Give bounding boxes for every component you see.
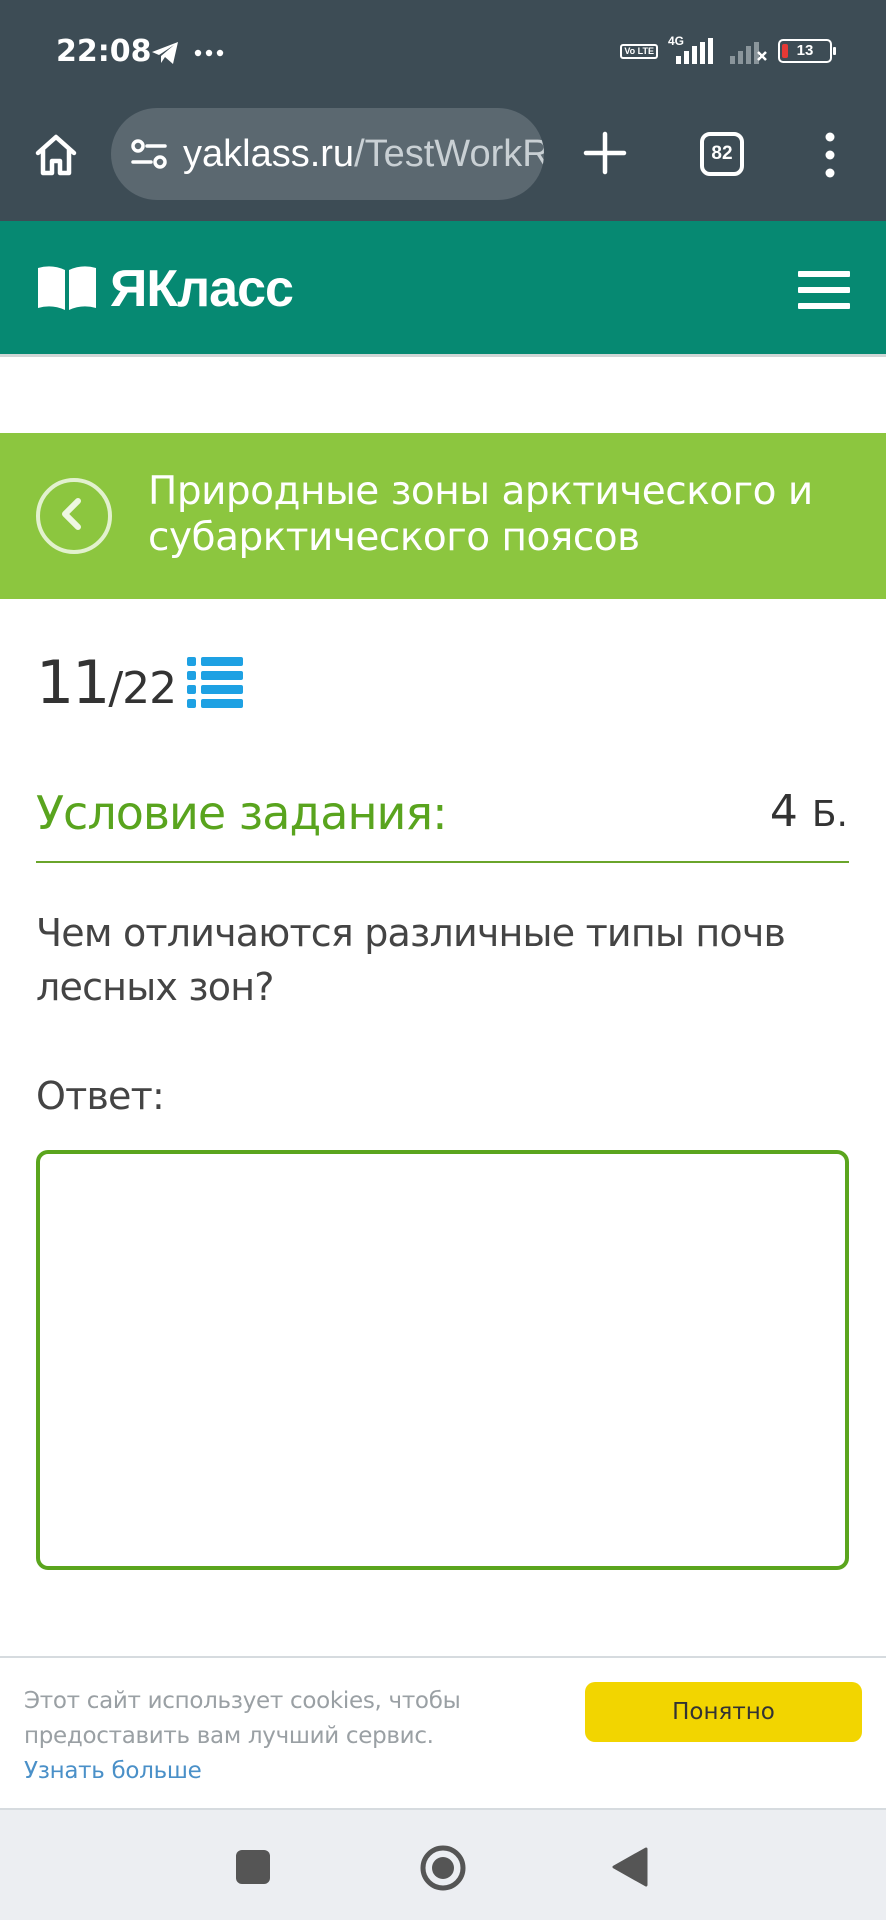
points-badge: 4 Б.	[770, 786, 848, 837]
recent-apps-icon[interactable]	[236, 1850, 270, 1884]
points-value: 4	[769, 786, 798, 837]
task-list-icon[interactable]	[187, 656, 243, 708]
site-header: ЯКласс	[0, 221, 886, 357]
url-text[interactable]: yaklass.ru/TestWorkR	[183, 133, 544, 176]
battery-level: 13	[796, 42, 814, 59]
answer-input[interactable]	[36, 1150, 849, 1570]
cookie-banner: Этот сайт использует cookies, чтобы пред…	[0, 1656, 886, 1810]
topic-title: Природные зоны арктического и субарктиче…	[148, 469, 813, 560]
home-nav-icon[interactable]	[419, 1844, 467, 1892]
new-tab-icon[interactable]	[582, 130, 628, 176]
book-logo-icon	[38, 266, 96, 310]
accept-cookies-button[interactable]: Понятно	[585, 1682, 862, 1742]
points-unit: Б.	[811, 794, 848, 835]
address-bar[interactable]: yaklass.ru/TestWorkR	[111, 108, 544, 200]
system-nav-bar	[0, 1810, 886, 1920]
hamburger-icon[interactable]	[798, 271, 850, 309]
chevron-left-icon	[62, 498, 81, 530]
tabs-icon[interactable]: 82	[700, 132, 744, 176]
progress-current: 11	[36, 648, 110, 718]
battery-icon: 13	[778, 39, 836, 63]
tab-count: 82	[711, 143, 733, 164]
topic-banner: Природные зоны арктического и субарктиче…	[0, 433, 886, 599]
volte-icon: Vo LTE	[620, 43, 658, 59]
logo[interactable]: ЯКласс	[36, 259, 294, 319]
learn-more-link[interactable]: Узнать больше	[24, 1758, 202, 1784]
task-progress: 11/22	[36, 648, 177, 718]
condition-title: Условие задания:	[36, 786, 448, 840]
more-notifications-icon	[194, 49, 224, 57]
progress-total: /22	[108, 663, 177, 714]
cookie-message: Этот сайт использует cookies, чтобы пред…	[24, 1688, 461, 1784]
status-time: 22:08	[56, 34, 152, 69]
answer-label: Ответ:	[36, 1074, 165, 1118]
site-settings-icon[interactable]	[129, 134, 169, 174]
browser-toolbar: yaklass.ru/TestWorkR 82	[0, 108, 886, 221]
back-nav-icon[interactable]	[610, 1846, 650, 1888]
divider	[36, 861, 849, 863]
no-signal-icon	[730, 42, 767, 64]
network-type-label: 4G	[667, 34, 684, 48]
status-bar: 22:08 Vo LTE 4G 13	[0, 0, 886, 108]
more-menu-icon[interactable]	[818, 130, 842, 180]
logo-text: ЯКласс	[110, 260, 294, 318]
question-text: Чем отличаются различные типы почв лесны…	[36, 911, 786, 1009]
back-button[interactable]	[36, 478, 112, 554]
home-icon[interactable]	[32, 131, 80, 179]
telegram-icon	[152, 42, 178, 64]
